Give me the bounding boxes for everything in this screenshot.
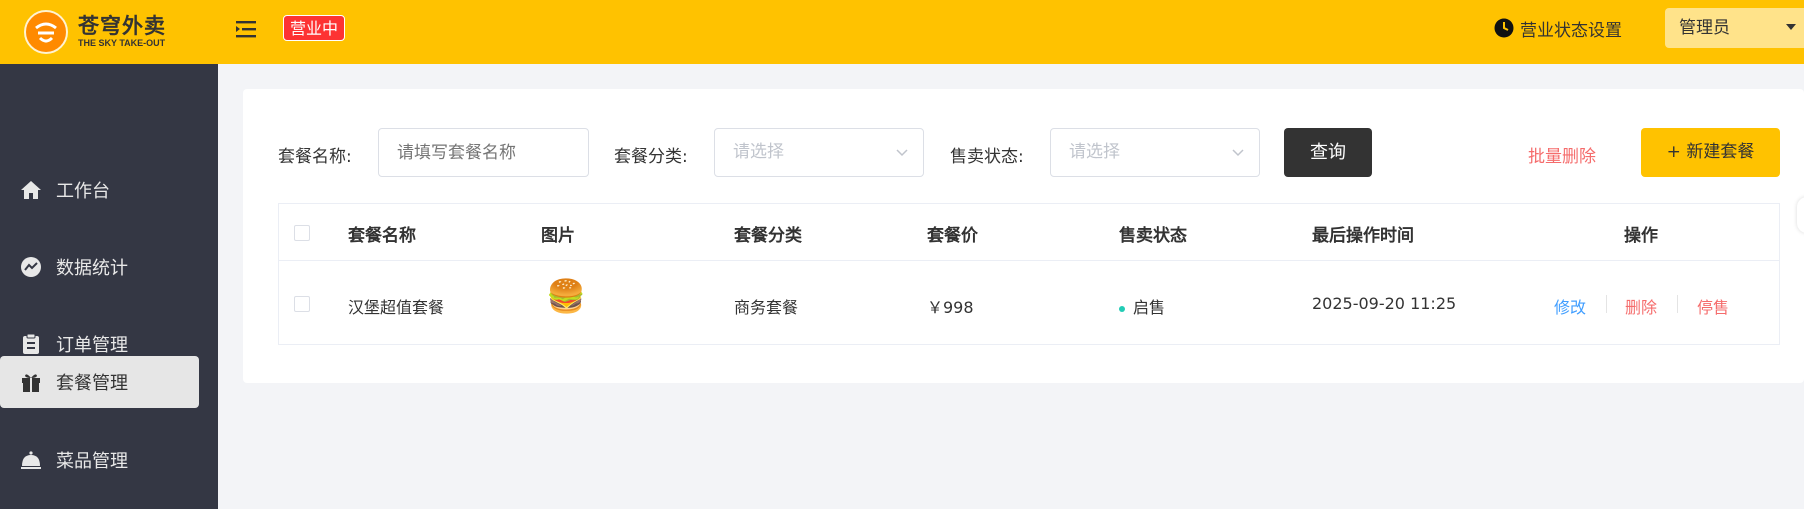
business-status-settings-label: 营业状态设置 [1520, 20, 1622, 41]
column-header-category: 套餐分类 [734, 226, 802, 246]
logo-icon [24, 10, 68, 54]
setmeal-name-cell: 汉堡超值套餐 [348, 298, 445, 317]
setmeal-updated-cell: 2025-09-20 11:25 [1312, 294, 1457, 313]
select-all-checkbox[interactable] [294, 225, 310, 241]
column-header-updated: 最后操作时间 [1312, 226, 1414, 246]
action-separator [1606, 295, 1607, 313]
gift-icon [22, 374, 40, 392]
column-header-image: 图片 [541, 226, 575, 246]
setmeal-name-input[interactable] [378, 128, 589, 177]
admin-dropdown[interactable]: 管理员 [1665, 8, 1804, 48]
admin-label: 管理员 [1679, 18, 1730, 38]
sale-status-placeholder: 请选择 [1069, 142, 1120, 162]
top-header: 苍穹外卖 THE SKY TAKE-OUT 营业中 营业状态设置 管理员 [0, 0, 1804, 64]
delete-button[interactable]: 删除 [1625, 294, 1657, 318]
status-text: 启售 [1133, 298, 1166, 317]
chart-icon [21, 257, 41, 277]
business-status-badge: 营业中 [283, 15, 346, 41]
sidebar-item-dishes[interactable]: 菜品管理 [0, 434, 199, 486]
stop-sale-button[interactable]: 停售 [1697, 294, 1729, 318]
sidebar-item-label: 数据统计 [56, 258, 128, 279]
side-scroll-handle[interactable] [1797, 197, 1804, 233]
chevron-down-icon [896, 149, 908, 157]
sidebar-item-label: 套餐管理 [56, 373, 128, 394]
column-header-price: 套餐价 [927, 226, 978, 246]
setmeal-price-cell: ￥998 [927, 298, 974, 317]
query-button[interactable]: 查询 [1284, 128, 1372, 177]
logo: 苍穹外卖 THE SKY TAKE-OUT [24, 8, 224, 56]
logo-subtitle: THE SKY TAKE-OUT [78, 38, 166, 48]
table-header-divider [279, 260, 1779, 261]
caret-down-icon [1786, 24, 1796, 30]
clipboard-icon [23, 333, 39, 354]
row-checkbox[interactable] [294, 296, 310, 312]
setmeal-category-placeholder: 请选择 [733, 142, 784, 162]
sale-status-label: 售卖状态: [950, 147, 1024, 167]
action-separator [1677, 295, 1678, 313]
sidebar-item-label: 工作台 [56, 181, 110, 202]
business-status-settings-button[interactable]: 营业状态设置 [1494, 16, 1622, 41]
menu-fold-icon[interactable] [235, 18, 257, 40]
sidebar-item-label: 订单管理 [56, 335, 128, 356]
setmeal-status-cell: 启售 [1119, 294, 1165, 318]
new-setmeal-button[interactable]: + 新建套餐 [1641, 128, 1780, 177]
setmeal-table [278, 203, 1780, 345]
sidebar-item-label: 菜品管理 [56, 451, 128, 472]
column-header-status: 售卖状态 [1119, 226, 1187, 246]
setmeal-category-select[interactable]: 请选择 [714, 128, 924, 177]
setmeal-image: 🍔 [546, 277, 586, 315]
clock-icon [1494, 18, 1514, 38]
column-header-name: 套餐名称 [348, 226, 416, 246]
home-icon [21, 181, 41, 199]
sidebar-item-statistics[interactable]: 数据统计 [0, 241, 199, 293]
sidebar-item-workbench[interactable]: 工作台 [0, 164, 199, 216]
sidebar-item-setmeal[interactable]: 套餐管理 [0, 356, 199, 408]
cloche-icon [21, 451, 41, 469]
setmeal-category-label: 套餐分类: [614, 147, 688, 167]
setmeal-name-label: 套餐名称: [278, 147, 352, 167]
column-header-actions: 操作 [1624, 226, 1658, 246]
logo-title: 苍穹外卖 [78, 14, 166, 38]
sale-status-select[interactable]: 请选择 [1050, 128, 1260, 177]
status-dot-icon [1119, 305, 1125, 312]
edit-button[interactable]: 修改 [1554, 294, 1586, 318]
setmeal-category-cell: 商务套餐 [734, 298, 799, 317]
chevron-down-icon [1232, 149, 1244, 157]
batch-delete-button[interactable]: 批量删除 [1528, 142, 1596, 167]
sidebar: 工作台 数据统计 订单管理 套餐管理 菜品管理 [0, 64, 218, 509]
